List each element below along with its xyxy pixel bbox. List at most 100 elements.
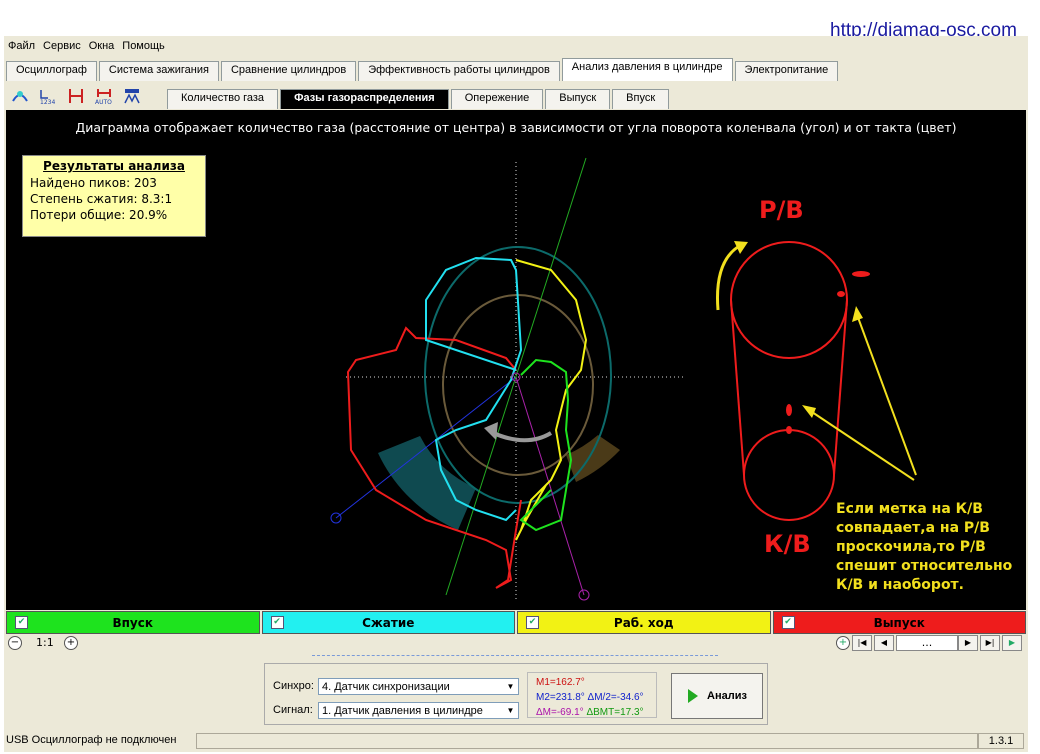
measure-m2-line: M2=231.8° ΔM/2=-34.6° bbox=[536, 690, 656, 705]
zoom-in-icon[interactable]: + bbox=[64, 636, 78, 650]
measure-dm2: ΔM/2=-34.6° bbox=[587, 692, 644, 703]
rotation-arrow bbox=[490, 430, 553, 443]
zoom-fit-icon[interactable] bbox=[120, 85, 144, 107]
camshaft-pulley bbox=[730, 241, 848, 359]
page-field[interactable]: ... bbox=[896, 635, 958, 651]
label-kv: К/В bbox=[764, 530, 811, 558]
subtab-intake[interactable]: Впуск bbox=[612, 89, 670, 109]
zoom-bar: − 1:1 + + |◀ ◀ ... ▶ ▶| ▶ bbox=[6, 635, 1026, 651]
zoom-level: 1:1 bbox=[36, 636, 54, 649]
rotation-arrow-head bbox=[484, 422, 498, 440]
analyze-label: Анализ bbox=[707, 690, 747, 702]
signal-value: 1. Датчик давления в цилиндре bbox=[322, 705, 483, 717]
menu-windows[interactable]: Окна bbox=[89, 40, 115, 56]
measurements-panel: M1=162.7° M2=231.8° ΔM/2=-34.6° ΔM=-69.1… bbox=[527, 672, 657, 718]
tab-cylinder-pressure[interactable]: Анализ давления в цилиндре bbox=[561, 58, 733, 81]
pressure-icon[interactable] bbox=[8, 85, 32, 107]
rotation-arrow-cam bbox=[715, 243, 742, 311]
marker-m2-line bbox=[515, 376, 585, 596]
tab-power-supply[interactable]: Электропитание bbox=[734, 61, 839, 81]
auto-markers-icon[interactable]: AUTO bbox=[92, 85, 116, 107]
measure-m2: M2=231.8° bbox=[536, 692, 585, 703]
pointer-arrow-cam bbox=[855, 311, 917, 476]
tab-cylinder-compare[interactable]: Сравнение цилиндров bbox=[220, 61, 357, 81]
note-line-3: проскочила,то Р/В bbox=[836, 539, 986, 555]
menu-bar: Файл Сервис Окна Помощь bbox=[8, 40, 165, 56]
note-line-4: спешит относительно bbox=[836, 558, 1013, 574]
measure-m1: M1=162.7° bbox=[536, 677, 585, 688]
label-rv: Р/В bbox=[759, 196, 804, 224]
tab-ignition[interactable]: Система зажигания bbox=[98, 61, 219, 81]
chevron-down-icon: ▼ bbox=[506, 682, 515, 691]
svg-text:AUTO: AUTO bbox=[95, 99, 112, 105]
legend-compression-checkbox[interactable]: ✔ bbox=[270, 616, 284, 629]
legend-power[interactable]: ✔ Раб. ход bbox=[517, 611, 771, 634]
subtab-advance[interactable]: Опережение bbox=[450, 89, 544, 109]
numbering-icon[interactable]: 1234 bbox=[36, 85, 60, 107]
svg-text:1234: 1234 bbox=[40, 99, 55, 105]
toolbar: 1234 AUTO bbox=[8, 82, 168, 109]
stroke-legend: ✔ Впуск ✔ Сжатие ✔ Раб. ход ✔ Выпуск bbox=[6, 611, 1026, 634]
signal-select[interactable]: 1. Датчик давления в цилиндре ▼ bbox=[318, 702, 519, 719]
legend-compression[interactable]: ✔ Сжатие bbox=[261, 611, 515, 634]
camshaft-mark bbox=[837, 291, 845, 297]
measure-dm: ΔM=-69.1° bbox=[536, 707, 584, 718]
legend-exhaust[interactable]: ✔ Выпуск bbox=[772, 611, 1026, 634]
next-page-icon[interactable]: ▶ bbox=[958, 635, 978, 651]
camshaft-mark-ref bbox=[852, 271, 870, 277]
chevron-down-icon: ▼ bbox=[506, 706, 515, 715]
collapse-splitter[interactable] bbox=[312, 655, 718, 662]
note-line-5: К/В и наоборот. bbox=[836, 577, 964, 593]
menu-file[interactable]: Файл bbox=[8, 40, 35, 56]
results-compression: Степень сжатия: 8.3:1 bbox=[30, 192, 173, 206]
legend-exhaust-checkbox[interactable]: ✔ bbox=[781, 616, 795, 629]
tab-oscilloscope[interactable]: Осциллограф bbox=[6, 61, 97, 81]
results-title: Результаты анализа bbox=[43, 159, 185, 173]
measure-dvmt: ΔВМТ=17.3° bbox=[586, 707, 644, 718]
status-section bbox=[196, 733, 978, 749]
legend-power-label: Раб. ход bbox=[613, 615, 674, 630]
play-icon bbox=[688, 689, 699, 703]
sub-tabs: Количество газа Фазы газораспределения О… bbox=[167, 89, 671, 109]
note-line-1: Если метка на К/В bbox=[836, 501, 983, 517]
main-tabs: Осциллограф Система зажигания Сравнение … bbox=[6, 58, 840, 81]
signal-label: Сигнал: bbox=[273, 704, 313, 716]
results-panel: Результаты анализа Найдено пиков: 203 Ст… bbox=[22, 155, 206, 237]
measure-dm-line: ΔM=-69.1° ΔВМТ=17.3° bbox=[536, 705, 656, 720]
results-losses: Потери общие: 20.9% bbox=[30, 208, 168, 222]
legend-power-checkbox[interactable]: ✔ bbox=[526, 616, 539, 629]
cursor-markers-icon[interactable] bbox=[64, 85, 88, 107]
subtab-gas-amount[interactable]: Количество газа bbox=[167, 89, 279, 109]
status-bar: USB Осциллограф не подключен 1.3.1 bbox=[4, 733, 1028, 751]
legend-intake[interactable]: ✔ Впуск bbox=[6, 611, 260, 634]
analyze-button[interactable]: Анализ bbox=[671, 673, 763, 719]
zoom-out-icon[interactable]: − bbox=[8, 636, 22, 650]
status-text: USB Осциллограф не подключен bbox=[6, 734, 177, 746]
note-line-2: совпадает,а на Р/В bbox=[836, 520, 990, 536]
menu-service[interactable]: Сервис bbox=[43, 40, 81, 56]
crankshaft-mark-ref bbox=[786, 404, 792, 416]
crankshaft-mark bbox=[786, 426, 792, 434]
legend-compression-label: Сжатие bbox=[362, 615, 415, 630]
tab-cylinder-efficiency[interactable]: Эффективность работы цилиндров bbox=[358, 61, 560, 81]
subtab-exhaust[interactable]: Выпуск bbox=[545, 89, 611, 109]
play-icon[interactable]: ▶ bbox=[1002, 635, 1022, 651]
crankshaft-pulley bbox=[743, 429, 835, 521]
annotation-note: Если метка на К/В совпадает,а на Р/В про… bbox=[836, 500, 1026, 595]
prev-page-icon[interactable]: ◀ bbox=[874, 635, 894, 651]
add-icon[interactable]: + bbox=[836, 636, 850, 650]
synchro-label: Синхро: bbox=[273, 680, 314, 692]
results-peaks: Найдено пиков: 203 bbox=[30, 176, 157, 190]
menu-help[interactable]: Помощь bbox=[122, 40, 165, 56]
trace-power-stroke bbox=[515, 259, 588, 541]
legend-intake-checkbox[interactable]: ✔ bbox=[15, 616, 28, 629]
subtab-valve-timing[interactable]: Фазы газораспределения bbox=[280, 89, 449, 109]
sector-band-right bbox=[566, 435, 620, 482]
first-page-icon[interactable]: |◀ bbox=[852, 635, 872, 651]
synchro-select[interactable]: 4. Датчик синхронизации ▼ bbox=[318, 678, 519, 695]
legend-exhaust-label: Выпуск bbox=[873, 615, 925, 630]
last-page-icon[interactable]: ▶| bbox=[980, 635, 1000, 651]
legend-intake-label: Впуск bbox=[112, 615, 154, 630]
version: 1.3.1 bbox=[978, 733, 1024, 749]
sector-band-left bbox=[378, 436, 476, 530]
